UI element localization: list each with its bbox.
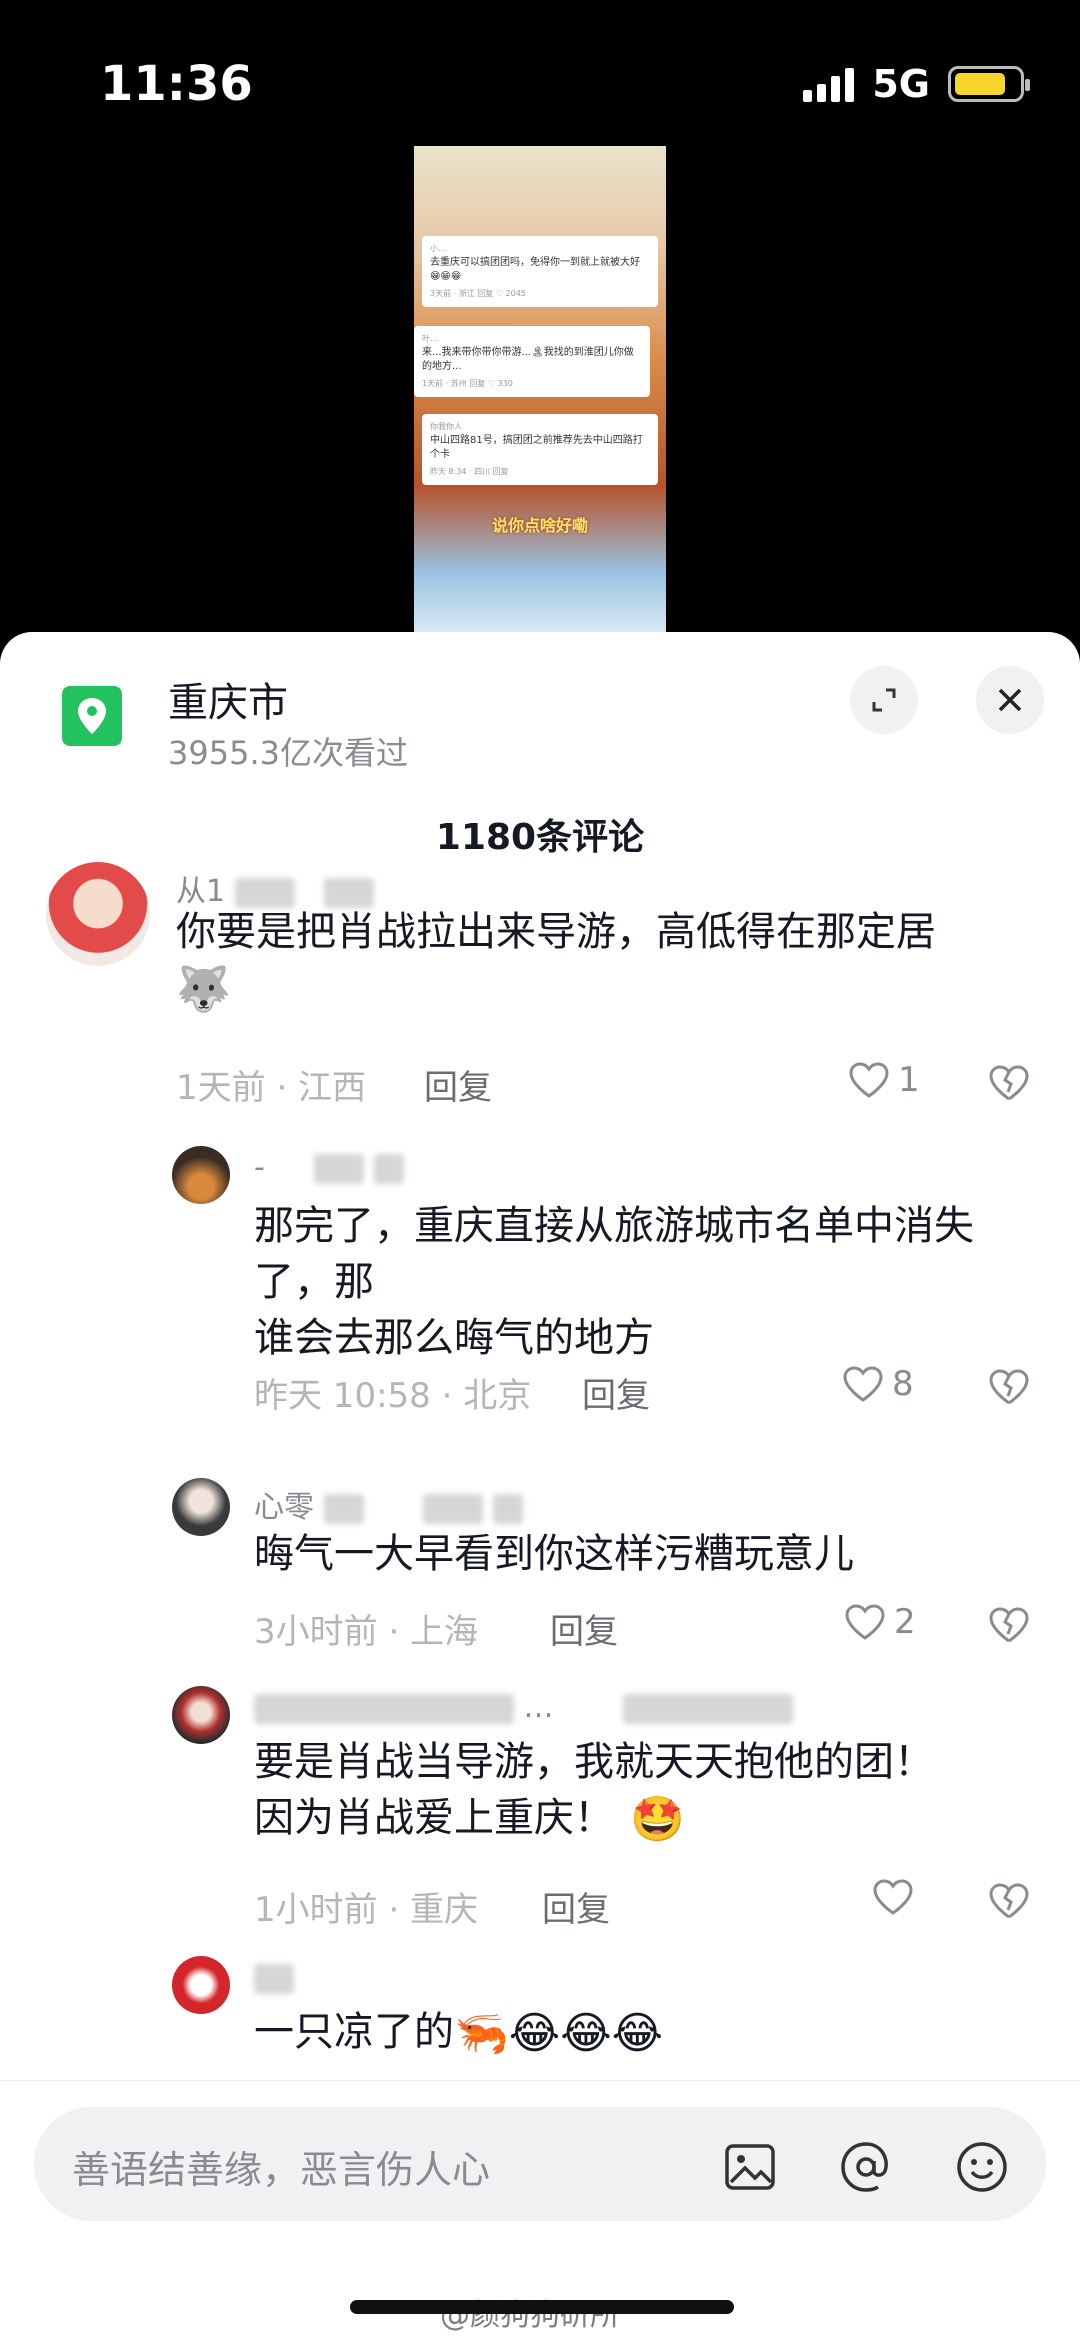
comment-text: 要是肖战当导游，我就天天抱他的团！ 因为肖战爱上重庆！ 🤩	[254, 1734, 1054, 1848]
video-card-user: 叶...	[422, 334, 438, 343]
blurred-name	[323, 1493, 364, 1524]
expand-button[interactable]	[850, 666, 918, 734]
emoji-button[interactable]	[952, 2137, 1012, 2197]
reply-button[interactable]: 回复	[550, 1604, 618, 1653]
like-count: 2	[894, 1602, 916, 1642]
comment-count: 1180条评论	[435, 817, 645, 858]
video-card-meta: 3天前 · 浙江 回复 ♡ 2045	[430, 289, 526, 298]
battery-icon	[948, 66, 1030, 102]
like-button[interactable]: 2	[844, 1602, 916, 1642]
blurred-name	[423, 1493, 484, 1524]
blurred-name	[234, 877, 295, 908]
comment-input[interactable]: 善语结善缘，恶言伤人心	[34, 2107, 1046, 2221]
blurred-name	[623, 1693, 794, 1724]
location-views: 3955.3亿次看过	[168, 734, 408, 772]
comment-text: 晦气一大早看到你这样污糟玩意儿	[254, 1531, 854, 1577]
heart-icon	[873, 1879, 913, 1915]
blurred-name	[254, 1693, 514, 1724]
status-bar: 11:36 5G	[0, 0, 1080, 140]
dislike-button[interactable]	[988, 1606, 1030, 1648]
close-icon	[998, 688, 1022, 712]
comment-placeholder: 善语结善缘，恶言伤人心	[72, 2148, 491, 2192]
smiley-icon	[957, 2142, 1007, 2192]
comment-text: 你要是把肖战拉出来导游，高低得在那定居 🐺	[176, 904, 1036, 1018]
reply-button[interactable]: 回复	[542, 1882, 610, 1931]
video-card-user: 你我你人	[430, 422, 462, 431]
signal-icon	[803, 66, 855, 102]
video-card-user: 小...	[430, 244, 446, 253]
location-title[interactable]: 重庆市	[168, 670, 288, 728]
like-count: 1	[898, 1060, 920, 1100]
video-preview[interactable]: 小... 去重庆可以搞团团吗，免得你一到就上就被大好😁😁😁 3天前 · 浙江 回…	[414, 146, 666, 632]
username-text: 心零	[254, 1490, 314, 1525]
reply-button[interactable]: 回复	[582, 1368, 650, 1417]
reply-button[interactable]: 回复	[424, 1060, 492, 1109]
broken-heart-icon	[989, 1883, 1029, 1919]
comment-text: 那完了，重庆直接从旅游城市名单中消失了，那 谁会去那么晦气的地方	[254, 1203, 974, 1361]
broken-heart-icon	[989, 1369, 1029, 1405]
comment-text-content: 要是肖战当导游，我就天天抱他的团！ 因为肖战爱上重庆！	[254, 1739, 934, 1841]
video-card-text: 来...我来带你带你带游...🏝我找的到淮团儿你做的地方...	[422, 347, 634, 372]
comment-username[interactable]: …	[254, 1690, 794, 1725]
blurred-name	[373, 1153, 404, 1184]
dislike-button[interactable]	[988, 1882, 1030, 1924]
heart-icon	[845, 1604, 885, 1640]
avatar[interactable]	[172, 1146, 230, 1204]
blurred-name	[324, 877, 375, 908]
like-button[interactable]	[872, 1878, 922, 1916]
shrimp-laugh-emoji: 🦐😂😂😂	[454, 2008, 664, 2059]
comment-meta: 1天前 · 江西	[176, 1068, 367, 1108]
avatar[interactable]	[172, 1956, 230, 2014]
video-comment-card: 叶... 来...我来带你带你带游...🏝我找的到淮团儿你做的地方... 1天前…	[414, 326, 650, 397]
comment-text-content: 你要是把肖战拉出来导游，高低得在那定居	[176, 909, 936, 955]
close-button[interactable]	[976, 666, 1044, 734]
avatar[interactable]	[46, 862, 150, 966]
image-icon	[725, 2144, 775, 2190]
video-comment-card: 小... 去重庆可以搞团团吗，免得你一到就上就被大好😁😁😁 3天前 · 浙江 回…	[422, 236, 658, 307]
dislike-button[interactable]	[988, 1064, 1030, 1106]
video-card-text: 中山四路81号，搞团团之前推荐先去中山四路打个卡	[430, 435, 643, 460]
video-card-text: 去重庆可以搞团团吗，免得你一到就上就被大好😁😁😁	[430, 257, 640, 282]
comment-username[interactable]: 心零	[254, 1482, 523, 1526]
comment-text: 一只凉了的🦐😂😂😂	[254, 2004, 1054, 2062]
avatar[interactable]	[172, 1478, 230, 1536]
avatar[interactable]	[172, 1686, 230, 1744]
like-button[interactable]: 8	[842, 1364, 914, 1404]
blurred-name	[254, 1963, 294, 1994]
broken-heart-icon	[989, 1607, 1029, 1643]
comment-username[interactable]: -	[254, 1150, 404, 1185]
at-icon	[841, 2142, 888, 2192]
comment-text-content: 一只凉了的	[254, 2009, 454, 2055]
image-button[interactable]	[720, 2137, 780, 2197]
like-button[interactable]: 1	[848, 1060, 920, 1100]
video-caption: 说你点啥好嘞	[491, 516, 588, 535]
broken-heart-icon	[989, 1065, 1029, 1101]
comment-meta: 3小时前 · 上海	[254, 1612, 479, 1652]
video-card-meta: 1天前 · 苏州 回复 ♡ 330	[422, 379, 513, 388]
comment-item: 从1 你要是把肖战拉出来导游，高低得在那定居 🐺 1天前 · 江西 回复 1	[0, 862, 1080, 1108]
dislike-button[interactable]	[988, 1368, 1030, 1410]
location-pin-icon	[62, 686, 122, 746]
network-label: 5G	[872, 62, 930, 106]
status-time: 11:36	[100, 56, 253, 112]
home-indicator[interactable]	[350, 2300, 734, 2314]
heart-icon	[849, 1062, 889, 1098]
username-text: …	[523, 1690, 554, 1725]
like-count: 8	[892, 1364, 914, 1404]
video-comment-card: 你我你人 中山四路81号，搞团团之前推荐先去中山四路打个卡 昨天 8:34 · …	[422, 414, 658, 485]
blurred-name	[314, 1153, 365, 1184]
starstruck-emoji: 🤩	[630, 1794, 685, 1845]
username-text: -	[254, 1150, 265, 1185]
comment-meta: 昨天 10:58 · 北京	[254, 1376, 532, 1416]
wolf-emoji: 🐺	[176, 964, 231, 1015]
video-card-meta: 昨天 8:34 · 四川 回复	[430, 467, 509, 476]
blurred-name	[492, 1493, 523, 1524]
mention-button[interactable]	[836, 2137, 896, 2197]
sheet-header: 重庆市 3955.3亿次看过	[0, 632, 1080, 792]
comment-username[interactable]	[254, 1960, 294, 1995]
heart-icon	[843, 1366, 883, 1402]
expand-icon	[872, 688, 896, 712]
comment-meta: 1小时前 · 重庆	[254, 1890, 479, 1930]
